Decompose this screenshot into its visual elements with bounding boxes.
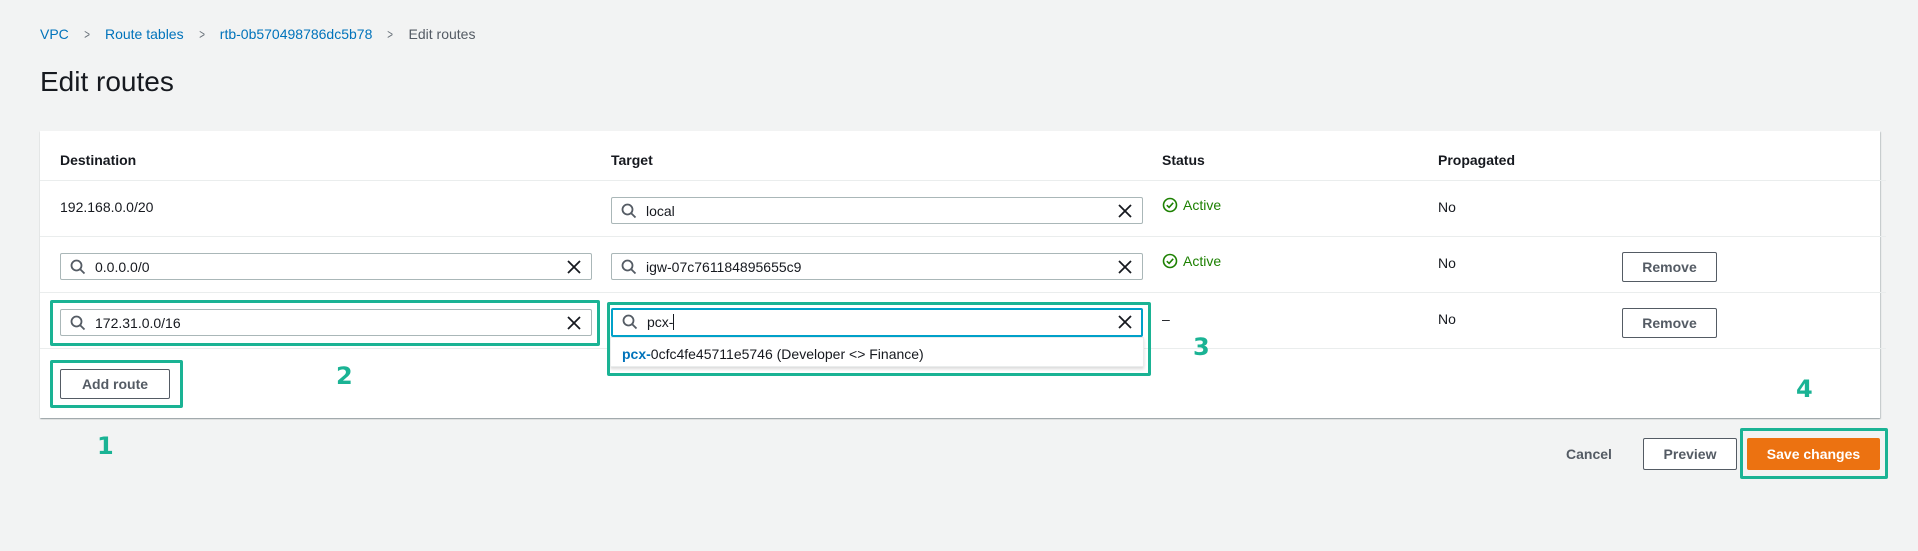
search-icon bbox=[621, 203, 637, 219]
row3-status: – bbox=[1162, 311, 1170, 327]
row2-target-field[interactable]: igw-07c761184895655c9 bbox=[611, 253, 1143, 280]
row2-status: Active bbox=[1162, 253, 1221, 269]
row3-destination-field[interactable]: 172.31.0.0/16 bbox=[60, 309, 592, 336]
row3-target-value: pcx- bbox=[647, 314, 675, 330]
row2-destination-field[interactable]: 0.0.0.0/0 bbox=[60, 253, 592, 280]
preview-button[interactable]: Preview bbox=[1643, 438, 1737, 470]
clear-icon[interactable] bbox=[566, 315, 582, 331]
save-changes-button[interactable]: Save changes bbox=[1747, 438, 1880, 470]
breadcrumb-current: Edit routes bbox=[408, 26, 476, 42]
row-divider bbox=[40, 180, 1886, 181]
row-divider bbox=[40, 236, 1886, 237]
row3-propagated: No bbox=[1438, 311, 1456, 327]
clear-icon[interactable] bbox=[1117, 314, 1133, 330]
row3-destination-value: 172.31.0.0/16 bbox=[95, 315, 181, 331]
chevron-right-icon: > bbox=[387, 26, 394, 42]
breadcrumb: VPC > Route tables > rtb-0b570498786dc5b… bbox=[40, 26, 475, 42]
search-icon bbox=[70, 315, 86, 331]
row2-target-value: igw-07c761184895655c9 bbox=[646, 259, 802, 275]
add-route-button[interactable]: Add route bbox=[60, 369, 170, 399]
row1-destination: 192.168.0.0/20 bbox=[60, 199, 154, 215]
row1-target-field[interactable]: local bbox=[611, 197, 1143, 224]
status-success-icon bbox=[1162, 197, 1178, 213]
chevron-right-icon: > bbox=[198, 26, 205, 42]
chevron-right-icon: > bbox=[84, 26, 90, 42]
search-icon bbox=[621, 259, 637, 275]
row2-remove-button[interactable]: Remove bbox=[1622, 252, 1717, 282]
option-match-text: pcx- bbox=[622, 346, 651, 362]
clear-icon[interactable] bbox=[1117, 259, 1133, 275]
cancel-button[interactable]: Cancel bbox=[1566, 446, 1612, 462]
breadcrumb-route-table-id[interactable]: rtb-0b570498786dc5b78 bbox=[220, 26, 373, 42]
row3-target-field[interactable]: pcx- bbox=[611, 308, 1143, 337]
row-divider bbox=[40, 292, 1886, 293]
row1-status: Active bbox=[1162, 197, 1221, 213]
option-rest-text: 0cfc4fe45711e5746 (Developer <> Finance) bbox=[650, 346, 924, 362]
autocomplete-option[interactable]: pcx-0cfc4fe45711e5746 (Developer <> Fina… bbox=[622, 346, 924, 362]
row3-remove-button[interactable]: Remove bbox=[1622, 308, 1717, 338]
step-4-label: 4 bbox=[1796, 375, 1813, 403]
target-autocomplete-dropdown: pcx-0cfc4fe45711e5746 (Developer <> Fina… bbox=[610, 337, 1144, 367]
clear-icon[interactable] bbox=[566, 259, 582, 275]
breadcrumb-vpc[interactable]: VPC bbox=[40, 26, 69, 42]
step-3-label: 3 bbox=[1193, 333, 1210, 361]
row2-status-text: Active bbox=[1183, 253, 1222, 269]
header-status: Status bbox=[1162, 152, 1205, 168]
search-icon bbox=[622, 314, 638, 330]
search-icon bbox=[70, 259, 86, 275]
page-title: Edit routes bbox=[40, 66, 174, 97]
row1-propagated: No bbox=[1438, 199, 1456, 215]
header-target: Target bbox=[611, 152, 653, 168]
breadcrumb-route-tables[interactable]: Route tables bbox=[105, 26, 184, 42]
clear-icon[interactable] bbox=[1117, 203, 1133, 219]
text-cursor bbox=[673, 314, 675, 330]
row1-status-text: Active bbox=[1183, 197, 1222, 213]
status-success-icon bbox=[1162, 253, 1178, 269]
row3-target-text: pcx- bbox=[647, 314, 674, 330]
row2-propagated: No bbox=[1438, 255, 1456, 271]
row1-target-value: local bbox=[646, 203, 675, 219]
step-2-label: 2 bbox=[336, 362, 353, 390]
header-propagated: Propagated bbox=[1438, 152, 1516, 168]
header-destination: Destination bbox=[60, 152, 137, 168]
step-1-label: 1 bbox=[97, 432, 114, 460]
row2-destination-value: 0.0.0.0/0 bbox=[95, 259, 150, 275]
